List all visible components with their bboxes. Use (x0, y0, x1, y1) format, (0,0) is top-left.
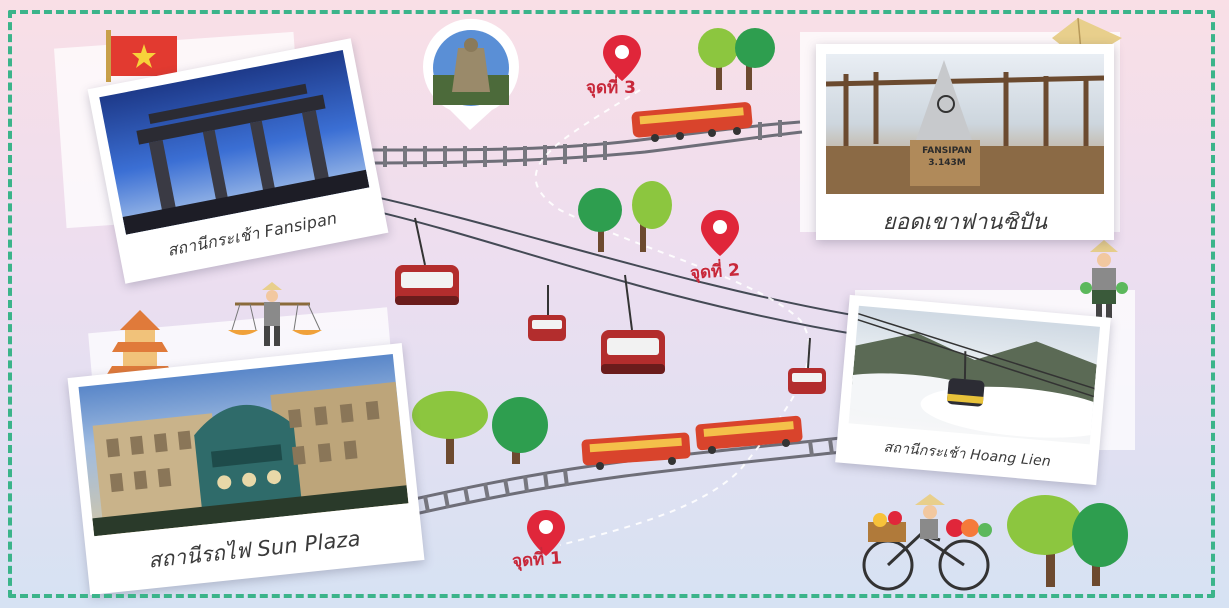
dashed-border (8, 10, 1215, 598)
map-stage: สถานีกระเช้า Fansipan FANSIPAN 3.143M ยอ… (0, 0, 1229, 608)
